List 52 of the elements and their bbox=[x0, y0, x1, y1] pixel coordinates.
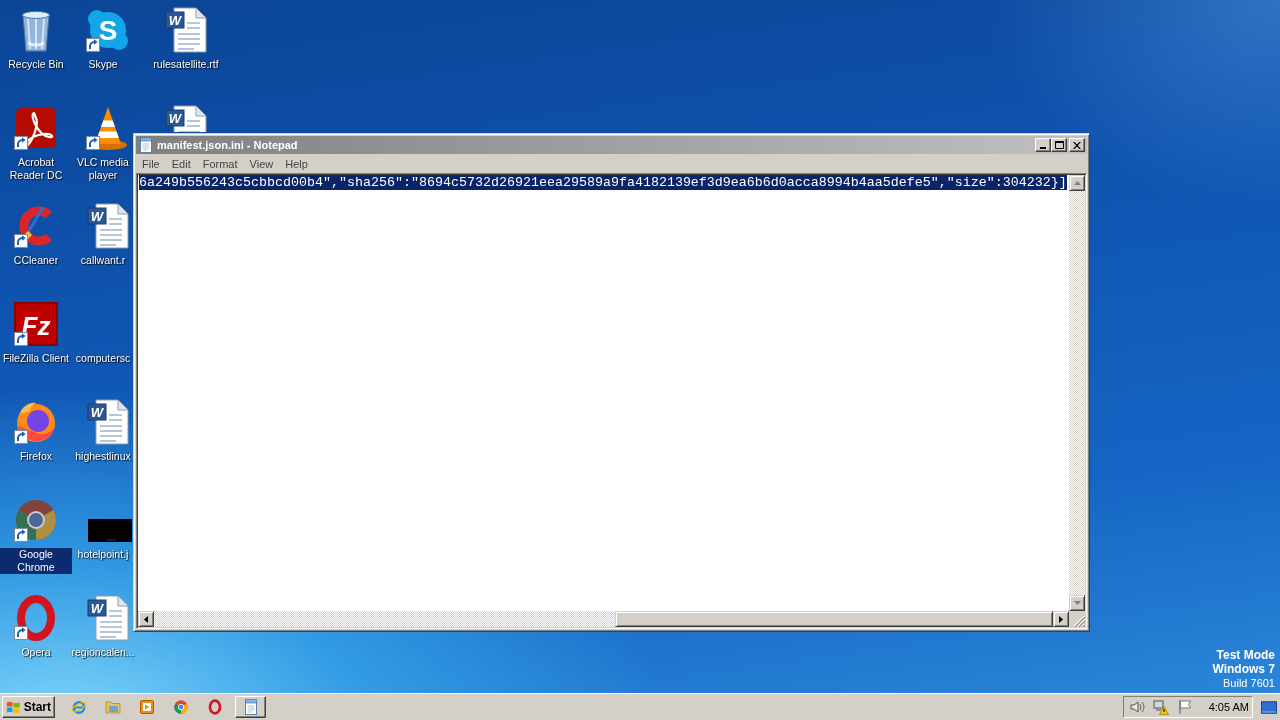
text-area-field[interactable]: 6a249b556243c5cbbcd00b4","sha256":"8694c5732d26921eea29589a9fa4182139ef3d9ea6b6d0acca8994b4aa5defe5","size":304232}] bbox=[138, 175, 1069, 611]
speaker-icon[interactable] bbox=[1129, 699, 1145, 715]
left-arrow-icon bbox=[144, 615, 148, 623]
desktop-icon-label[interactable]: Google Chrome bbox=[0, 548, 72, 574]
network-warning-icon[interactable] bbox=[1153, 699, 1169, 715]
test-mode-text: Windows 7 bbox=[1212, 662, 1275, 676]
scroll-up-button[interactable] bbox=[1069, 175, 1085, 191]
desktop-icon-label[interactable]: Skype bbox=[87, 58, 119, 71]
desktop-icon-label[interactable]: VLC media player bbox=[74, 156, 132, 182]
desktop-icon-label[interactable]: highestlinux bbox=[74, 450, 132, 463]
maximize-button[interactable] bbox=[1051, 138, 1067, 152]
menu-item[interactable]: File bbox=[136, 156, 166, 171]
menu-item[interactable]: View bbox=[243, 156, 280, 171]
desktop-icon-label[interactable]: FileZilla Client bbox=[2, 352, 70, 365]
clock[interactable]: 4:05 AM bbox=[1208, 701, 1249, 713]
menu-item[interactable]: Help bbox=[279, 156, 314, 171]
flag-icon[interactable] bbox=[1177, 699, 1193, 715]
tricolor-circle-icon[interactable] bbox=[173, 699, 189, 715]
size-grip-icon[interactable] bbox=[1073, 615, 1085, 627]
desktop-icon-label[interactable]: Recycle Bin bbox=[7, 58, 65, 71]
right-arrow-icon bbox=[1059, 615, 1063, 623]
desktop-icon-label[interactable]: computersc bbox=[74, 352, 132, 365]
start-button[interactable]: Start bbox=[2, 696, 55, 718]
test-mode-text: Test Mode bbox=[1216, 648, 1275, 662]
down-arrow-icon bbox=[1073, 601, 1081, 605]
up-arrow-icon bbox=[1073, 181, 1081, 185]
desktop-icon-label[interactable]: callwant.r bbox=[79, 254, 127, 267]
desktop-icon-label[interactable]: Acrobat Reader DC bbox=[0, 156, 72, 182]
minimize-button[interactable] bbox=[1035, 138, 1051, 152]
scroll-right-button[interactable] bbox=[1053, 611, 1069, 627]
scroll-down-button[interactable] bbox=[1069, 595, 1085, 611]
o-ring-icon[interactable] bbox=[207, 699, 223, 715]
build-text: Build 7601 bbox=[1223, 676, 1275, 690]
window-title: manifest.json.ini - Notepad bbox=[157, 139, 298, 151]
scroll-left-button[interactable] bbox=[138, 611, 154, 627]
desktop-icon-label[interactable]: CCleaner bbox=[12, 254, 60, 267]
monitor-icon[interactable] bbox=[1261, 700, 1277, 714]
close-button[interactable] bbox=[1069, 138, 1085, 152]
play-icon[interactable] bbox=[139, 699, 155, 715]
close-icon bbox=[1073, 141, 1081, 149]
desktop-icon-label[interactable]: Firefox bbox=[18, 450, 54, 463]
notepad-icon bbox=[138, 137, 154, 153]
desktop-icon-label[interactable]: rulesatellite.rtf bbox=[152, 58, 220, 71]
image-thumbnail-icon[interactable] bbox=[88, 519, 132, 542]
menu-item[interactable]: Format bbox=[196, 156, 244, 171]
windows-flag-icon bbox=[6, 699, 21, 715]
menu-item[interactable]: Edit bbox=[165, 156, 197, 171]
taskbar-button[interactable] bbox=[235, 696, 266, 718]
minimize-icon bbox=[1040, 146, 1046, 149]
maximize-icon bbox=[1054, 141, 1064, 149]
scrollbar-thumb[interactable] bbox=[615, 611, 1053, 627]
notepad-icon bbox=[242, 699, 259, 715]
